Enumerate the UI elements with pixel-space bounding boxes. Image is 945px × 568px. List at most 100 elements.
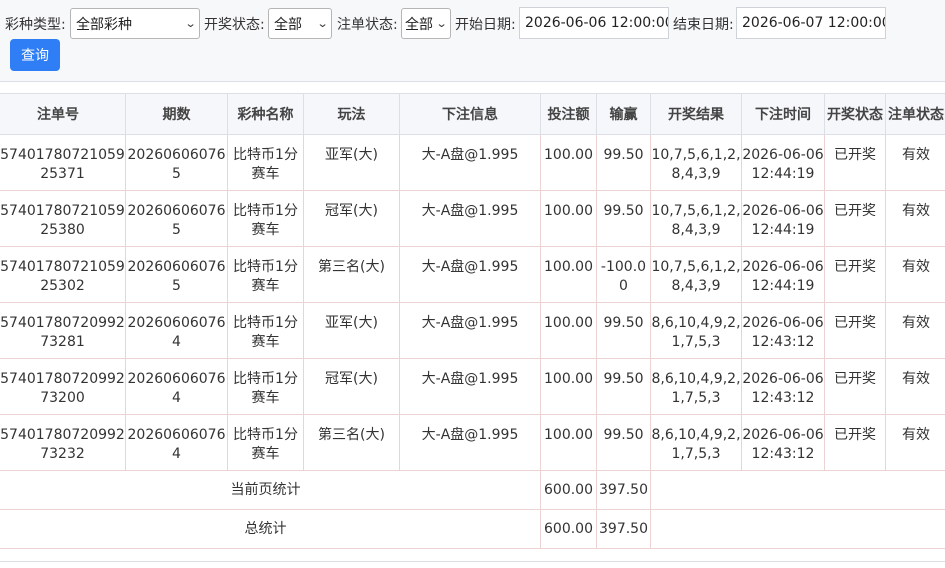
draw-result-cell: 10,7,5,6,1,2,8,4,3,9 (651, 259, 741, 294)
period-cell: 202606060764 (127, 315, 226, 350)
draw-status-cell: 已开奖 (834, 259, 876, 275)
bet-info-cell: 大-A盘@1.995 (421, 203, 519, 219)
page-summary-win-total: 397.50 (596, 470, 651, 510)
play-cell: 第三名(大) (318, 259, 385, 275)
draw-result-cell: 8,6,10,4,9,2,1,7,5,3 (651, 427, 741, 462)
lottery-type-label: 彩种类型: (5, 17, 66, 33)
col-header-bet-time: 下注时间 (741, 93, 825, 135)
bet-time-cell: 2026-06-06 12:44:19 (742, 259, 824, 294)
bottom-divider (0, 561, 945, 562)
bet-status-cell: 有效 (902, 203, 930, 219)
bet-id-cell: 5740178072105925380 (0, 203, 125, 238)
table-row: 5740178072105925371 202606060765 比特币1分赛车… (0, 134, 945, 191)
lottery-name-cell: 比特币1分赛车 (233, 427, 298, 462)
filter-bar: 彩种类型: 全部彩种 ⌄ 开奖状态: 全部 ⌄ 注单状态: 全部 ⌄ 开始日期:… (0, 0, 945, 82)
win-loss-cell: 99.50 (603, 315, 644, 331)
bet-info-cell: 大-A盘@1.995 (421, 371, 519, 387)
bet-id-cell: 5740178072099273200 (0, 371, 125, 406)
bet-info-cell: 大-A盘@1.995 (421, 315, 519, 331)
bet-status-cell: 有效 (902, 315, 930, 331)
col-header-play: 玩法 (303, 93, 400, 135)
draw-result-cell: 10,7,5,6,1,2,8,4,3,9 (651, 203, 741, 238)
lottery-name-cell: 比特币1分赛车 (233, 147, 298, 182)
bet-amount-cell: 100.00 (544, 147, 593, 163)
period-cell: 202606060765 (127, 203, 226, 238)
bet-status-label: 注单状态: (337, 17, 398, 33)
draw-status-cell: 已开奖 (834, 147, 876, 163)
bet-id-cell: 5740178072099273281 (0, 315, 125, 350)
col-header-draw-result: 开奖结果 (650, 93, 742, 135)
bet-amount-cell: 100.00 (544, 427, 593, 443)
col-header-bet-amount: 投注额 (540, 93, 597, 135)
bet-id-cell: 5740178072105925302 (0, 259, 125, 294)
end-date-input[interactable]: 2026-06-07 12:00:00 (736, 7, 886, 39)
lottery-name-cell: 比特币1分赛车 (233, 371, 298, 406)
table-row: 5740178072105925380 202606060765 比特币1分赛车… (0, 190, 945, 247)
bet-time-cell: 2026-06-06 12:43:12 (742, 315, 824, 350)
draw-status-select[interactable]: 全部 ⌄ (268, 8, 332, 39)
draw-result-cell: 8,6,10,4,9,2,1,7,5,3 (651, 371, 741, 406)
start-date-input[interactable]: 2026-06-06 12:00:00 (519, 7, 669, 39)
bet-status-cell: 有效 (902, 427, 930, 443)
win-loss-cell: -100.00 (600, 259, 647, 294)
total-summary-empty (650, 509, 945, 549)
col-header-bet-info: 下注信息 (399, 93, 541, 135)
page-summary-empty (650, 470, 945, 510)
play-cell: 第三名(大) (318, 427, 385, 443)
end-date-label: 结束日期: (673, 17, 734, 33)
win-loss-cell: 99.50 (603, 371, 644, 387)
lottery-type-value: 全部彩种 (76, 16, 132, 33)
table-row: 5740178072105925302 202606060765 比特币1分赛车… (0, 246, 945, 303)
col-header-bet-status: 注单状态 (885, 93, 945, 135)
play-cell: 亚军(大) (325, 315, 378, 331)
draw-result-cell: 10,7,5,6,1,2,8,4,3,9 (651, 147, 741, 182)
draw-status-cell: 已开奖 (834, 315, 876, 331)
bet-time-cell: 2026-06-06 12:44:19 (742, 203, 824, 238)
table-row: 5740178072099273232 202606060764 比特币1分赛车… (0, 414, 945, 471)
period-cell: 202606060764 (127, 427, 226, 462)
win-loss-cell: 99.50 (603, 203, 644, 219)
bet-status-cell: 有效 (902, 259, 930, 275)
bet-time-cell: 2026-06-06 12:43:12 (742, 427, 824, 462)
period-cell: 202606060765 (127, 259, 226, 294)
bet-time-cell: 2026-06-06 12:44:19 (742, 147, 824, 182)
col-header-win-loss: 输赢 (596, 93, 651, 135)
win-loss-cell: 99.50 (603, 427, 644, 443)
play-cell: 冠军(大) (325, 203, 378, 219)
play-cell: 亚军(大) (325, 147, 378, 163)
lottery-type-select[interactable]: 全部彩种 ⌄ (70, 8, 200, 39)
draw-status-cell: 已开奖 (834, 203, 876, 219)
bet-time-cell: 2026-06-06 12:43:12 (742, 371, 824, 406)
chevron-down-icon: ⌄ (184, 17, 197, 30)
lottery-name-cell: 比特币1分赛车 (233, 315, 298, 350)
bet-amount-cell: 100.00 (544, 259, 593, 275)
bet-info-cell: 大-A盘@1.995 (421, 427, 519, 443)
bet-status-select[interactable]: 全部 ⌄ (401, 8, 451, 39)
total-summary-bet-total: 600.00 (540, 509, 597, 549)
bet-status-cell: 有效 (902, 147, 930, 163)
bet-info-cell: 大-A盘@1.995 (421, 147, 519, 163)
start-date-label: 开始日期: (455, 17, 516, 33)
chevron-down-icon: ⌄ (316, 17, 329, 30)
table-header-row: 注单号 期数 彩种名称 玩法 下注信息 投注额 输赢 开奖结果 下注时间 开奖状… (0, 93, 945, 135)
page-summary-row: 当前页统计 600.00 397.50 (0, 470, 945, 510)
draw-result-cell: 8,6,10,4,9,2,1,7,5,3 (651, 315, 741, 350)
draw-status-cell: 已开奖 (834, 371, 876, 387)
period-cell: 202606060765 (127, 147, 226, 182)
bet-amount-cell: 100.00 (544, 371, 593, 387)
draw-status-cell: 已开奖 (834, 427, 876, 443)
bet-amount-cell: 100.00 (544, 315, 593, 331)
col-header-draw-status: 开奖状态 (824, 93, 886, 135)
col-header-period: 期数 (125, 93, 228, 135)
total-summary-row: 总统计 600.00 397.50 (0, 509, 945, 549)
draw-status-label: 开奖状态: (204, 17, 265, 33)
lottery-name-cell: 比特币1分赛车 (233, 259, 298, 294)
total-summary-win-total: 397.50 (596, 509, 651, 549)
col-header-bet-id: 注单号 (0, 93, 126, 135)
bet-status-cell: 有效 (902, 371, 930, 387)
page-summary-bet-total: 600.00 (540, 470, 597, 510)
col-header-lottery-name: 彩种名称 (227, 93, 304, 135)
draw-status-value: 全部 (274, 16, 302, 33)
query-button[interactable]: 查询 (10, 39, 60, 71)
table-row: 5740178072099273281 202606060764 比特币1分赛车… (0, 302, 945, 359)
